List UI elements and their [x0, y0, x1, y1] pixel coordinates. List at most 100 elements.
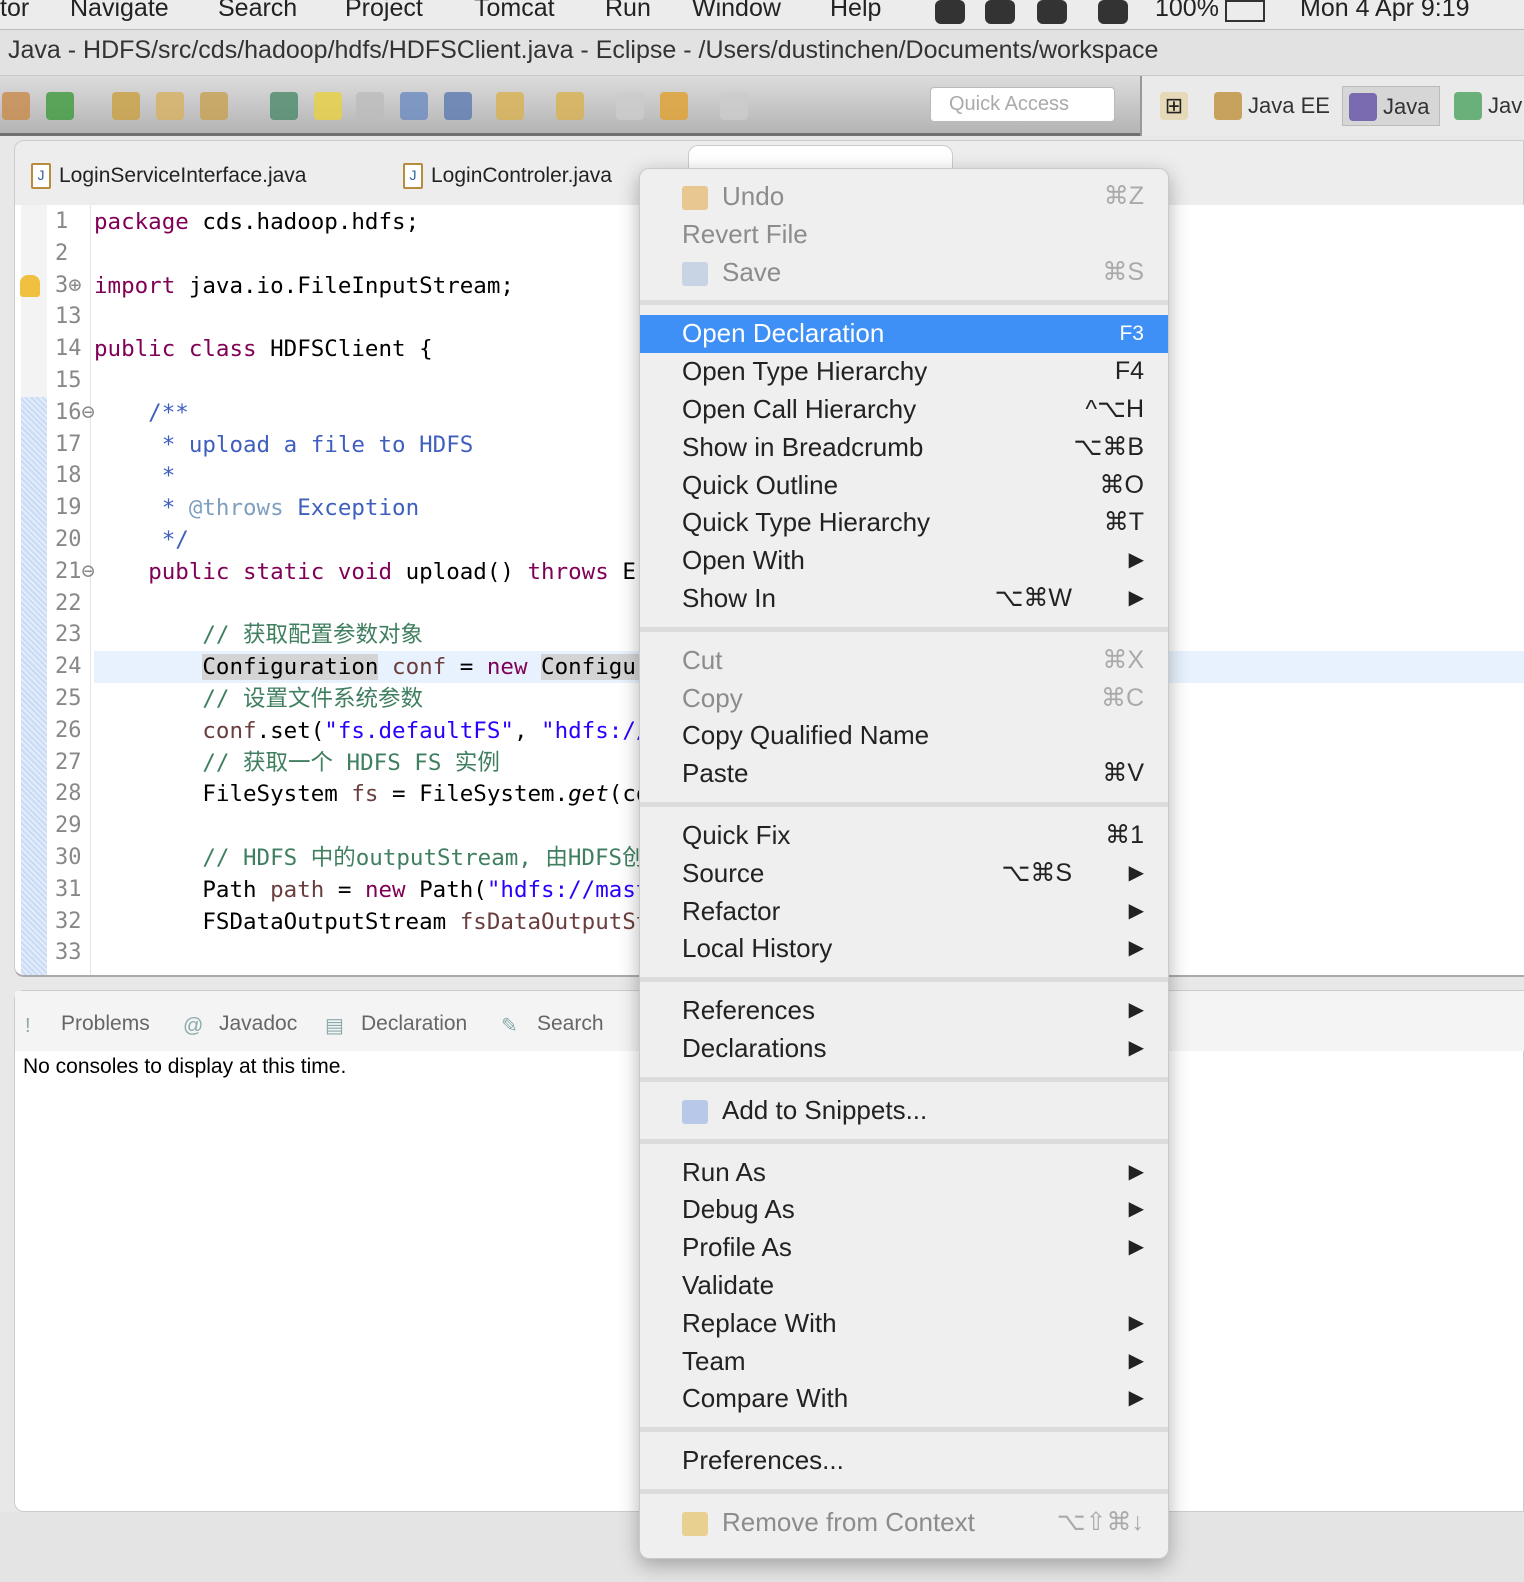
toolbar-button-icon[interactable]	[314, 92, 342, 120]
toolbar-button-icon[interactable]	[356, 92, 384, 120]
tab-login-service-interface[interactable]: J LoginServiceInterface.java	[23, 159, 306, 193]
menu-item-quick-outline[interactable]: Quick Outline ⌘O	[640, 467, 1168, 505]
tab-search[interactable]: ✎ Search	[497, 1009, 604, 1039]
wechat-icon[interactable]	[935, 0, 965, 24]
toolbar-button-icon[interactable]	[660, 92, 688, 120]
quick-fix-warning-icon[interactable]	[20, 274, 40, 297]
menubar-item[interactable]: Help	[830, 0, 881, 23]
perspective-java-ee[interactable]: Java EE	[1208, 86, 1330, 126]
toolbar-button-icon[interactable]	[270, 92, 298, 120]
tab-login-controler[interactable]: J LoginControler.java	[395, 159, 612, 193]
tab-declaration[interactable]: ▤ Declaration	[321, 1009, 467, 1039]
menu-item-replace-with[interactable]: Replace With ▶	[640, 1305, 1168, 1343]
menu-item-local-history[interactable]: Local History ▶	[640, 930, 1168, 968]
code-line: *	[94, 460, 176, 492]
quick-access-input[interactable]: Quick Access	[930, 87, 1115, 122]
drive-icon[interactable]	[985, 0, 1015, 24]
menu-item-shortcut: ⌥⌘S	[1001, 858, 1072, 887]
menu-item-quick-fix[interactable]: Quick Fix ⌘1	[640, 817, 1168, 855]
menu-item-save[interactable]: Save ⌘S	[640, 254, 1168, 292]
open-perspective-icon[interactable]: ⊞	[1160, 92, 1188, 120]
menu-item-copy[interactable]: Copy ⌘C	[640, 680, 1168, 718]
perspective-java[interactable]: Java	[1342, 86, 1441, 126]
declaration-icon: ▤	[325, 1015, 344, 1037]
menu-item-preferences[interactable]: Preferences...	[640, 1442, 1168, 1480]
menu-separator	[640, 1068, 1168, 1092]
submenu-arrow-icon: ▶	[1128, 1349, 1144, 1372]
menubar-item[interactable]: tor	[0, 0, 29, 23]
menu-item-open-declaration[interactable]: Open Declaration F3	[640, 315, 1168, 354]
menu-item-declarations[interactable]: Declarations ▶	[640, 1030, 1168, 1068]
line-number: 13	[55, 304, 82, 330]
menu-item-revert-file[interactable]: Revert File	[640, 216, 1168, 254]
menu-item-run-as[interactable]: Run As ▶	[640, 1154, 1168, 1192]
menu-item-open-call-hierarchy[interactable]: Open Call Hierarchy ^⌥H	[640, 391, 1168, 429]
menu-item-references[interactable]: References ▶	[640, 992, 1168, 1030]
code-token: path	[270, 876, 325, 903]
annotation-ruler	[21, 205, 47, 975]
menu-item-open-with[interactable]: Open With ▶	[640, 542, 1168, 580]
toolbar-button-icon[interactable]	[156, 92, 184, 120]
menubar-item[interactable]: Run	[605, 0, 651, 23]
battery-icon[interactable]	[1225, 0, 1265, 22]
menu-item-paste[interactable]: Paste ⌘V	[640, 755, 1168, 793]
menu-item-undo[interactable]: Undo ⌘Z	[640, 178, 1168, 216]
menu-item-cut[interactable]: Cut ⌘X	[640, 642, 1168, 680]
menu-item-refactor[interactable]: Refactor ▶	[640, 893, 1168, 931]
menubar-item[interactable]: Window	[692, 0, 781, 23]
menu-item-debug-as[interactable]: Debug As ▶	[640, 1191, 1168, 1229]
code-token: // 设置文件系统参数	[94, 686, 424, 712]
menu-item-profile-as[interactable]: Profile As ▶	[640, 1229, 1168, 1267]
menu-item-copy-qualified-name[interactable]: Copy Qualified Name	[640, 717, 1168, 755]
menu-item-label: Quick Outline	[682, 469, 839, 500]
clock[interactable]: Mon 4 Apr 9:19	[1300, 0, 1470, 23]
menu-item-remove-from-context[interactable]: Remove from Context ⌥⇧⌘↓	[640, 1504, 1168, 1542]
line-number: 20	[55, 527, 82, 552]
toolbar-button-icon[interactable]	[616, 92, 644, 120]
menu-item-label: Add to Snippets...	[722, 1094, 928, 1125]
menu-separator	[640, 793, 1168, 817]
menu-item-add-to-snippets[interactable]: Add to Snippets...	[640, 1092, 1168, 1130]
menubar-item[interactable]: Project	[345, 0, 423, 23]
code-line: // 获取一个 HDFS FS 实例	[94, 747, 500, 779]
menubar-item[interactable]: Tomcat	[474, 0, 555, 23]
line-number: 1	[55, 209, 69, 234]
toolbar-button-icon[interactable]	[496, 92, 524, 120]
menu-item-quick-type-hierarchy[interactable]: Quick Type Hierarchy ⌘T	[640, 504, 1168, 542]
battery-percent[interactable]: 100%	[1155, 0, 1219, 23]
toolbar-button-icon[interactable]	[400, 92, 428, 120]
line-number: 15	[55, 368, 82, 393]
perspective-other[interactable]: Jav	[1448, 86, 1522, 126]
toolbar-button-icon[interactable]	[112, 92, 140, 120]
menubar-item[interactable]: Navigate	[70, 0, 169, 23]
menu-item-validate[interactable]: Validate	[640, 1267, 1168, 1305]
toolbar-button-icon[interactable]	[200, 92, 228, 120]
menu-item-source[interactable]: Source ⌥⌘S ▶	[640, 855, 1168, 893]
menu-item-show-in[interactable]: Show In ⌥⌘W ▶	[640, 580, 1168, 618]
tab-label: Search	[537, 1012, 604, 1035]
problems-icon: !	[25, 1015, 31, 1037]
menu-item-shortcut: ⌥⌘B	[1073, 432, 1144, 461]
code-line: // 获取配置参数对象	[94, 619, 423, 651]
perspective-bar: ⊞ Java EE Java Jav	[1140, 76, 1524, 136]
toolbar-button-icon[interactable]	[444, 92, 472, 120]
app-icon[interactable]	[1098, 0, 1128, 24]
menu-item-shortcut: ⌘Z	[1103, 182, 1144, 210]
wifi-icon[interactable]	[1037, 0, 1067, 24]
menu-item-show-in-breadcrumb[interactable]: Show in Breadcrumb ⌥⌘B	[640, 429, 1168, 467]
perspective-label: Java EE	[1248, 93, 1330, 118]
menubar-item[interactable]: Search	[218, 0, 297, 23]
submenu-arrow-icon: ▶	[1128, 1236, 1144, 1259]
toolbar-button-icon[interactable]	[2, 92, 30, 120]
toolbar-button-icon[interactable]	[720, 92, 748, 120]
menu-item-team[interactable]: Team ▶	[640, 1343, 1168, 1381]
menu-item-shortcut: F3	[1119, 322, 1144, 346]
tab-problems[interactable]: ! Problems	[21, 1009, 150, 1039]
menu-item-compare-with[interactable]: Compare With ▶	[640, 1380, 1168, 1418]
toolbar-button-icon[interactable]	[46, 92, 74, 120]
tab-javadoc[interactable]: @ Javadoc	[179, 1009, 297, 1039]
menu-item-label: Team	[682, 1345, 746, 1376]
toolbar-button-icon[interactable]	[556, 92, 584, 120]
menu-item-open-type-hierarchy[interactable]: Open Type Hierarchy F4	[640, 353, 1168, 391]
